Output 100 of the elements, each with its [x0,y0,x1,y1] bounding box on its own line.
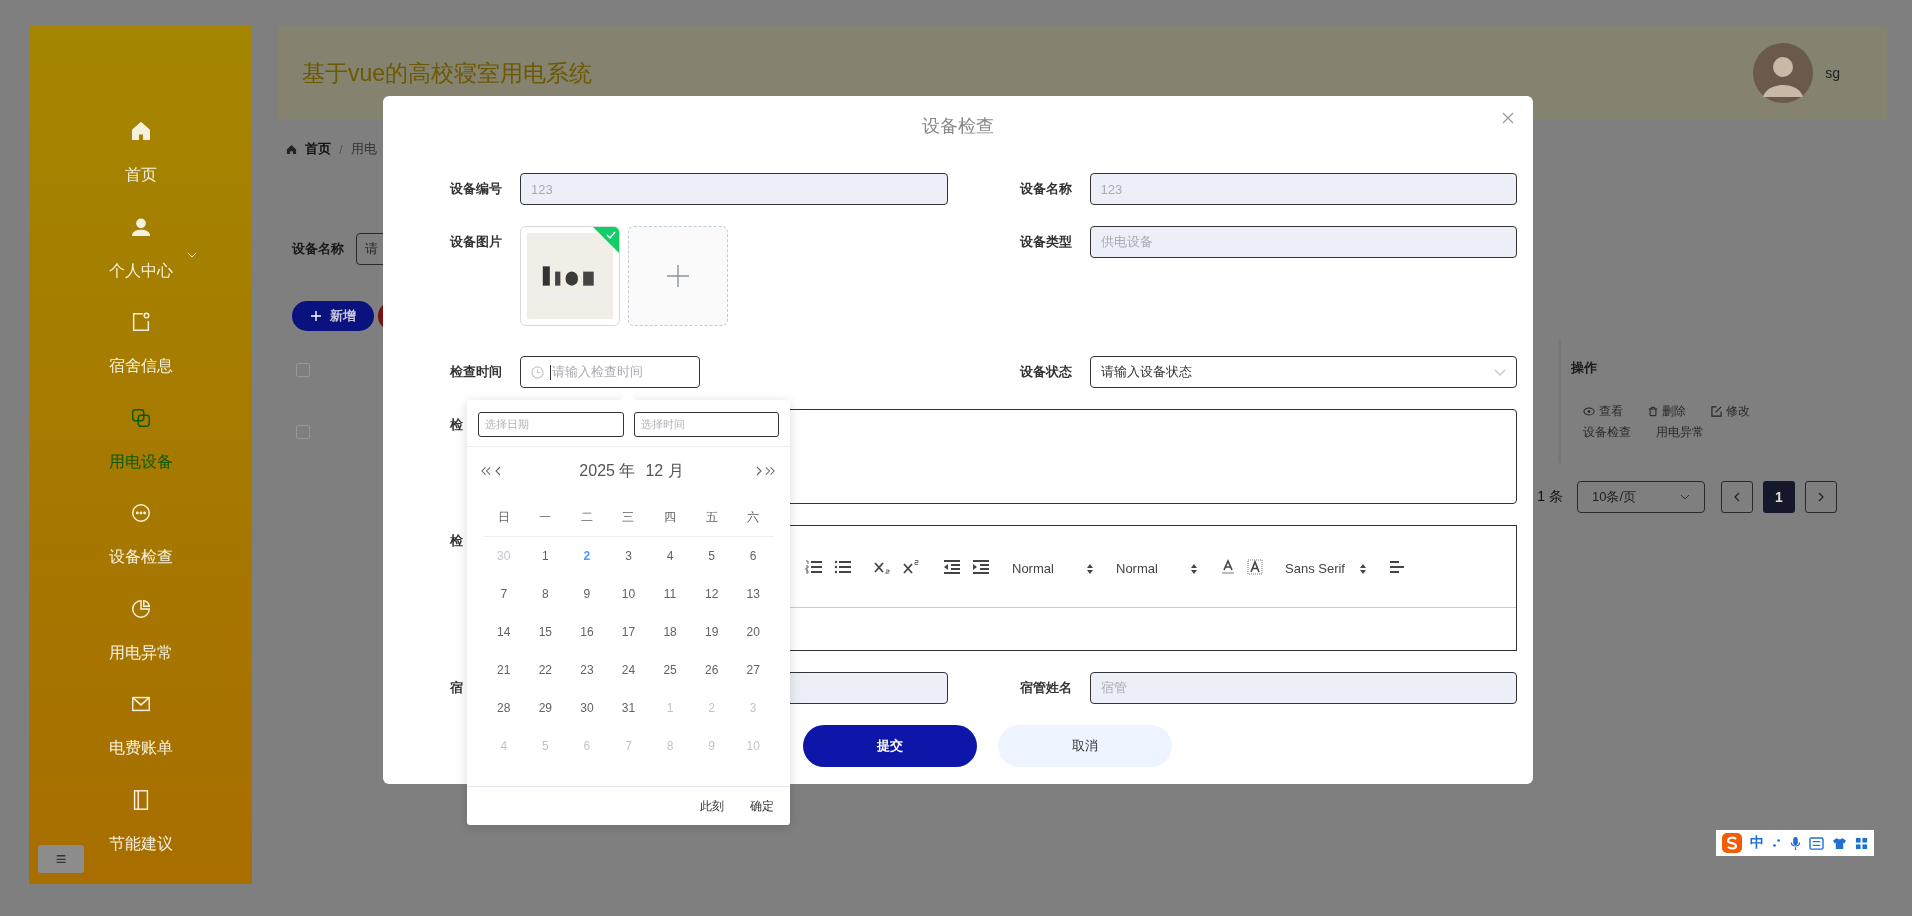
menu-toggle-button[interactable]: ≡ [38,845,84,873]
status-select[interactable]: 请输入设备状态 [1089,356,1517,388]
calendar-day[interactable]: 19 [704,625,719,639]
ordered-list-icon[interactable] [805,559,823,574]
calendar-day[interactable]: 31 [621,701,636,715]
nav-item[interactable]: 个人中心 [108,215,173,311]
row-checkbox[interactable] [296,363,310,377]
outdent-icon[interactable] [943,559,961,574]
month-label[interactable]: 12 月 [645,460,684,482]
calendar-day[interactable]: 28 [497,701,511,715]
nav-item[interactable]: 节能建议 [108,788,173,884]
calendar-day[interactable]: 13 [746,587,760,601]
avatar[interactable] [1753,43,1814,103]
calendar-day[interactable]: 25 [663,663,677,677]
plus-icon [666,264,690,288]
calendar-day[interactable]: 30 [580,701,594,715]
calendar-day[interactable]: 15 [538,625,553,639]
submit-button[interactable]: 提交 [803,725,977,767]
input-mode-label[interactable]: 中 [1750,834,1764,852]
field-label: 设备图片 [450,233,502,251]
grid-icon[interactable] [1855,836,1868,850]
calendar-day[interactable]: 3 [625,549,632,563]
calendar-day[interactable]: 7 [500,587,508,601]
chat-icon [129,502,152,524]
home-icon [286,143,297,155]
align-left-icon[interactable] [1389,559,1405,574]
calendar-day[interactable]: 14 [497,625,511,639]
calendar-day[interactable]: 1 [542,549,549,563]
picker-action-link[interactable]: 此刻 [694,793,730,819]
indent-icon[interactable] [972,559,990,574]
calendar-day[interactable]: 5 [708,549,715,563]
calendar-day[interactable]: 8 [542,587,549,601]
nav-item[interactable]: 设备检查 [108,502,173,598]
next-year-icon[interactable] [765,466,776,476]
cancel-button[interactable]: 取消 [998,725,1172,767]
calendar-day[interactable]: 6 [749,549,757,563]
chevron-down-icon [1494,368,1506,376]
field-label: 设备编号 [450,180,502,198]
nav-item[interactable]: 宿舍信息 [108,311,173,407]
action-link[interactable]: 修改 [1711,403,1750,420]
calendar-day[interactable]: 9 [583,587,591,601]
clock-icon [531,365,544,379]
superscript-icon[interactable] [903,559,921,574]
field-label: 设备名称 [1019,180,1072,198]
previous-month-icon[interactable] [495,466,501,476]
format-select[interactable]: Normal [1012,557,1094,576]
year-label[interactable]: 2025 年 [579,460,636,482]
shirt-icon[interactable] [1832,836,1847,850]
trash-icon [1648,406,1658,417]
calendar-day[interactable]: 29 [538,701,553,715]
nav-item[interactable]: 首页 [124,120,157,216]
previous-page-button[interactable] [1721,481,1753,513]
calendar-day[interactable]: 4 [666,549,674,563]
calendar-day[interactable]: 23 [580,663,594,677]
dialog-title: 设备检查 [922,115,994,138]
page-size-select[interactable]: 10条/页 [1577,481,1705,513]
breadcrumb-link[interactable]: 首页 [305,140,331,158]
calendar-day[interactable]: 18 [663,625,677,639]
calendar-day[interactable]: 16 [580,625,594,639]
next-page-button[interactable] [1805,481,1837,513]
format-select[interactable]: Sans Serif [1285,557,1367,576]
bullet-list-icon[interactable] [834,559,852,574]
weekday-label: 日 [496,509,511,526]
field-label: 检查时间 [450,363,502,381]
calendar-day[interactable]: 27 [746,663,760,677]
column-header: 操作 [1571,359,1598,377]
action-link[interactable]: 查看 [1583,403,1623,420]
calendar-day[interactable]: 12 [704,587,719,601]
calendar-day[interactable]: 21 [497,663,511,677]
calendar-day[interactable]: 10 [621,587,636,601]
breadcrumb-link[interactable]: 用电 [350,140,377,158]
image-thumbnail[interactable] [520,226,620,326]
calendar-day[interactable]: 11 [663,587,677,601]
format-select[interactable]: Normal [1116,557,1198,576]
weekday-label: 五 [704,509,719,526]
calendar-day[interactable]: 20 [746,625,760,639]
field-label: 检 [450,532,463,550]
highlight-icon[interactable] [1247,558,1263,575]
row-checkbox[interactable] [296,425,310,439]
linked-squares-icon [129,406,152,429]
calendar-day[interactable]: 26 [704,663,719,677]
picker-action-link[interactable]: 确定 [744,793,780,819]
add-button[interactable]: 新增 [292,301,374,331]
page-number[interactable]: 1 [1763,481,1795,513]
microphone-icon[interactable] [1790,835,1801,851]
nav-item[interactable]: 电费账单 [108,693,173,789]
close-icon[interactable] [1502,112,1514,124]
next-month-icon[interactable] [756,466,762,476]
action-link[interactable]: 设备检查 [1583,424,1631,441]
calendar-day[interactable]: 22 [538,663,553,677]
nav-item[interactable]: 用电异常 [108,597,173,693]
action-link[interactable]: 删除 [1648,403,1686,420]
previous-year-icon[interactable] [481,466,492,476]
text-color-icon[interactable] [1220,558,1236,575]
keyboard-icon[interactable] [1809,836,1824,850]
calendar-day[interactable]: 24 [621,663,636,677]
punctuation-icon[interactable] [1772,836,1782,850]
input-method-logo-icon[interactable] [1722,833,1742,853]
calendar-day[interactable]: 17 [621,625,636,639]
action-link[interactable]: 用电异常 [1656,424,1704,441]
